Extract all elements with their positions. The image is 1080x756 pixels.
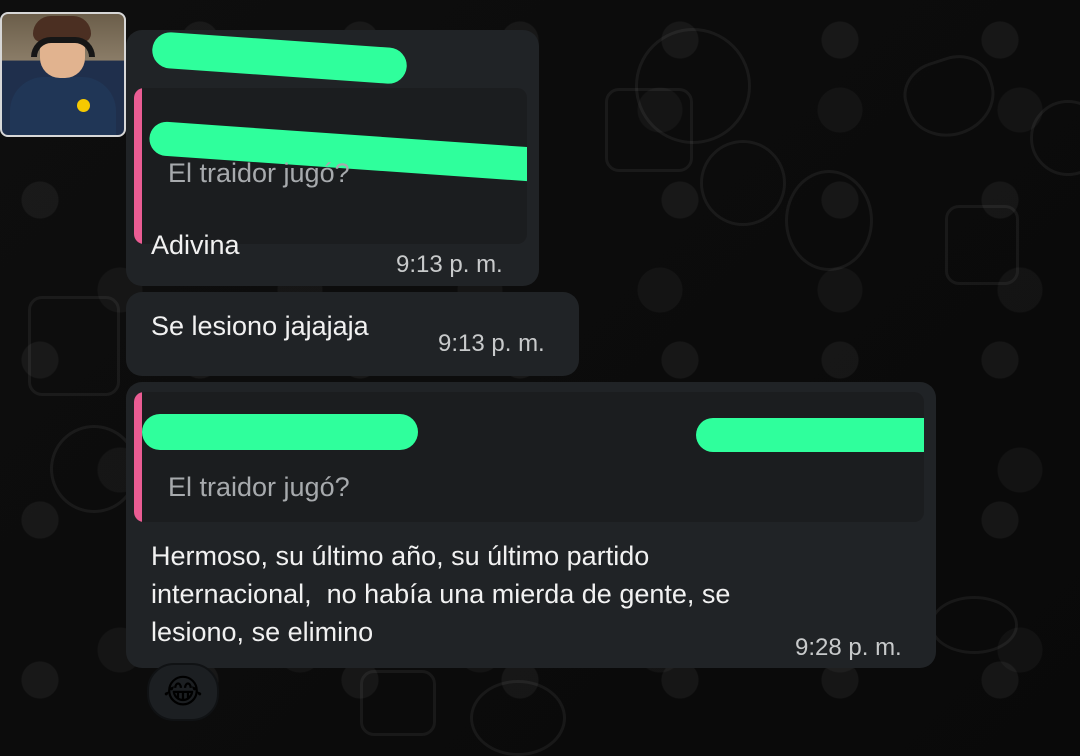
message-bubble[interactable]: Se lesiono jajajaja 9:13 p. m. — [126, 292, 579, 376]
wallpaper-leaf-icon — [785, 170, 873, 271]
quoted-message-text: El traidor jugó? — [168, 472, 350, 502]
message-bubble[interactable]: El traidor jugó? Adivina 9:13 p. m. — [126, 30, 539, 286]
message-timestamp: 9:13 p. m. — [438, 330, 545, 357]
wallpaper-sun-icon — [470, 680, 566, 756]
message-text: Hermoso, su último año, su último partid… — [151, 541, 731, 647]
quoted-message-text: El traidor jugó? — [168, 158, 350, 188]
quote-indicator — [134, 88, 142, 244]
contact-avatar[interactable] — [0, 12, 126, 137]
wallpaper-chat-icon — [360, 670, 436, 736]
wallpaper-lock-icon — [945, 205, 1019, 285]
quoted-message[interactable]: El traidor jugó? — [134, 88, 527, 244]
message-bubble[interactable]: El traidor jugó? Hermoso, su último año,… — [126, 382, 936, 668]
wallpaper-football-icon — [930, 596, 1018, 654]
message-timestamp: 9:28 p. m. — [795, 634, 902, 661]
wallpaper-gift-icon — [605, 88, 693, 172]
sender-name-redaction — [151, 31, 408, 85]
wallpaper-calculator-icon — [28, 296, 120, 396]
quoted-phone-redaction — [696, 418, 924, 452]
quoted-message[interactable]: El traidor jugó? — [134, 392, 924, 522]
quote-indicator — [134, 392, 142, 522]
message-text: Adivina — [151, 230, 240, 260]
reaction-emoji[interactable]: 😂 — [147, 663, 219, 721]
quoted-author-redaction — [142, 414, 418, 450]
message-timestamp: 9:13 p. m. — [396, 251, 503, 278]
message-text: Se lesiono jajajaja — [151, 311, 369, 341]
wallpaper-clock-icon — [700, 140, 786, 226]
wallpaper-paw-icon — [50, 425, 138, 513]
